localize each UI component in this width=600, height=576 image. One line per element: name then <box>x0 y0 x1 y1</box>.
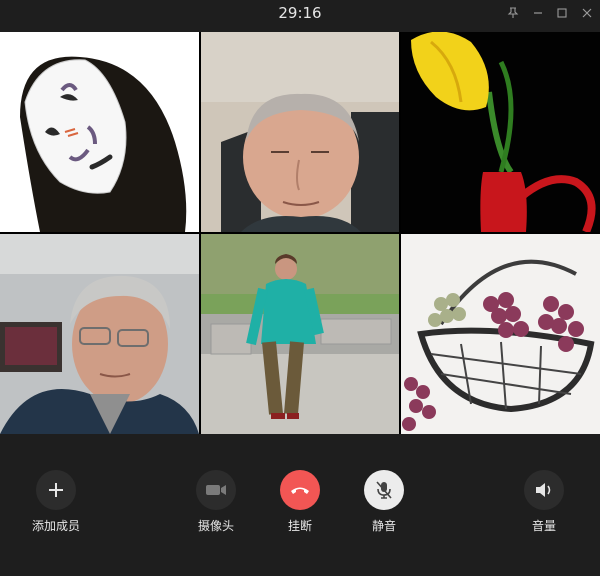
call-controls: 添加成员 摄像头 挂断 静音 音量 <box>0 434 600 576</box>
title-bar: 29:16 <box>0 0 600 32</box>
tulip-avatar <box>401 32 600 232</box>
elderly-man-glasses-video <box>0 234 199 434</box>
camera-button[interactable]: 摄像头 <box>176 470 256 534</box>
woman-walking-video <box>201 234 399 434</box>
pin-icon[interactable] <box>502 3 524 23</box>
maximize-icon[interactable] <box>551 3 573 23</box>
camera-icon <box>196 470 236 510</box>
minimize-icon[interactable] <box>527 3 549 23</box>
plus-icon <box>36 470 76 510</box>
participant-grid <box>0 32 600 434</box>
no-face-avatar <box>0 32 199 232</box>
participant-tile-4[interactable] <box>0 234 199 434</box>
camera-label: 摄像头 <box>197 519 234 533</box>
close-icon[interactable] <box>576 3 598 23</box>
mute-label: 静音 <box>371 519 396 533</box>
hangup-button[interactable]: 挂断 <box>260 470 340 534</box>
add-member-button[interactable]: 添加成员 <box>16 470 96 534</box>
elderly-man-selfie-video <box>201 32 399 232</box>
speaker-icon <box>524 470 564 510</box>
hangup-label: 挂断 <box>287 519 312 533</box>
volume-button[interactable]: 音量 <box>504 470 584 534</box>
participant-tile-1[interactable] <box>0 32 199 232</box>
participant-tile-5[interactable] <box>201 234 399 434</box>
mute-button[interactable]: 静音 <box>344 470 424 534</box>
participant-tile-6[interactable] <box>401 234 600 434</box>
grape-painting-avatar <box>401 234 600 434</box>
add-member-label: 添加成员 <box>31 519 80 533</box>
participant-tile-2[interactable] <box>201 32 399 232</box>
participant-tile-3[interactable] <box>401 32 600 232</box>
mic-off-icon <box>364 470 404 510</box>
volume-label: 音量 <box>531 519 556 533</box>
video-call-window: 29:16 添加成员 摄像头 挂断 静音 音量 <box>0 0 600 576</box>
phone-hangup-icon <box>280 470 320 510</box>
